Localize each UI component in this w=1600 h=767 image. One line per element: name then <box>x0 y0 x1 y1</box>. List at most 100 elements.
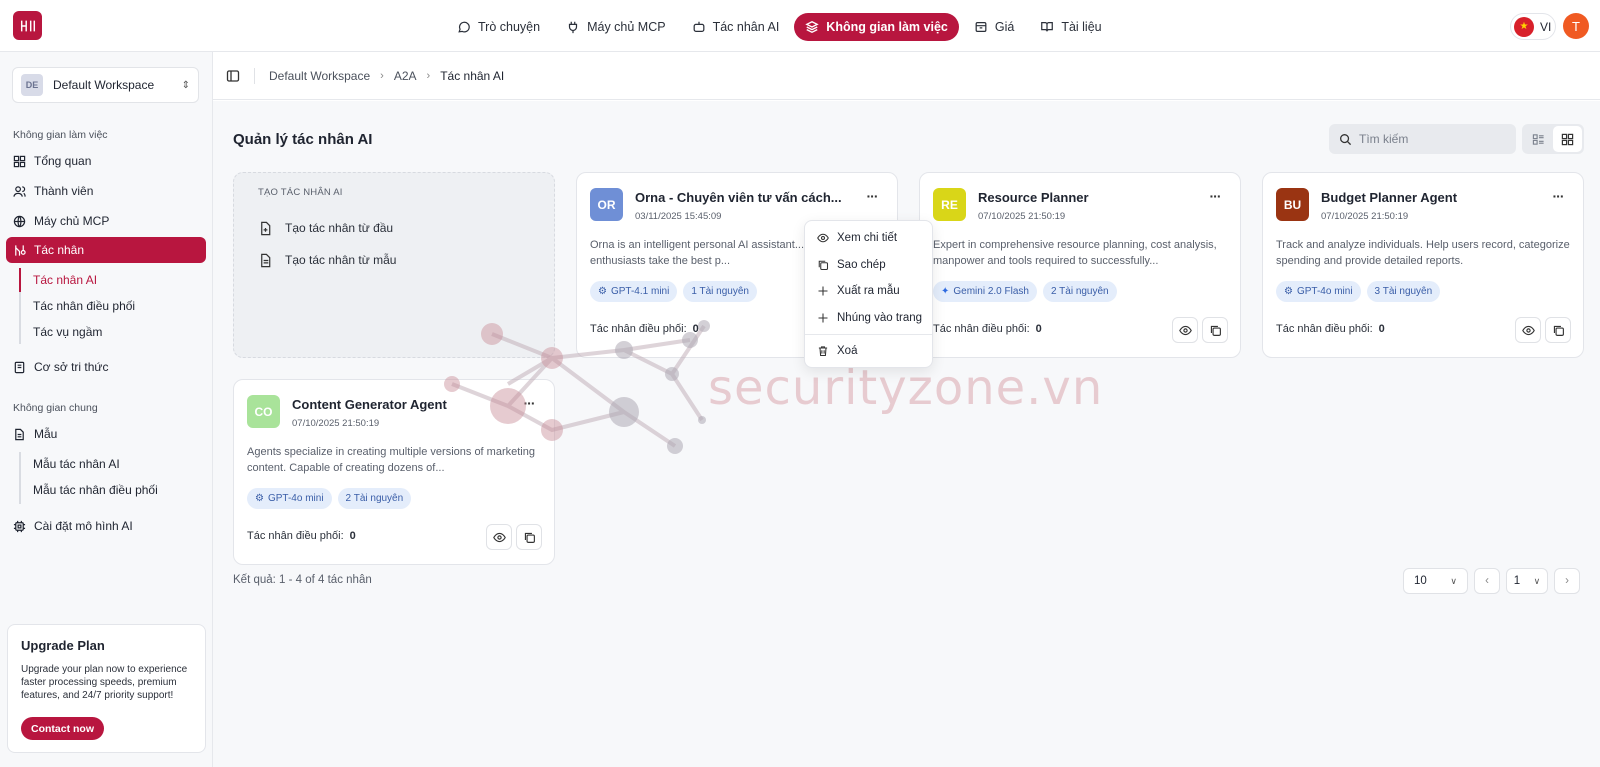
topnav-agents[interactable]: Tác nhân AI <box>681 13 791 41</box>
copy-button[interactable] <box>1545 317 1571 343</box>
file-plus-icon <box>261 221 271 235</box>
topnav-mcp[interactable]: Máy chủ MCP <box>555 13 677 41</box>
sidebar-subitem-coordinator[interactable]: Tác nhân điều phối <box>19 294 199 318</box>
view-button[interactable] <box>1172 317 1198 343</box>
menu-item-copy[interactable]: Sao chép <box>805 252 932 279</box>
chevron-down-icon: ∨ <box>1450 575 1457 586</box>
coordinator-value: 0 <box>692 323 699 335</box>
main-content: Quản lý tác nhân AI Tìm kiếm TẠO TÁC NHÂ… <box>213 101 1600 767</box>
model-name: GPT-4.1 mini <box>610 286 670 297</box>
topnav-chat[interactable]: Trò chuyện <box>446 13 551 41</box>
agent-avatar: CO <box>247 395 280 428</box>
page-size-value: 10 <box>1414 575 1427 587</box>
sidebar-item-knowledge[interactable]: Cơ sở tri thức <box>6 354 206 380</box>
prev-page-button[interactable]: ‹ <box>1474 568 1500 594</box>
model-name: Gemini 2.0 Flash <box>953 286 1029 297</box>
sidebar-item-templates[interactable]: Mẫu <box>6 421 206 447</box>
sidebar-item-agents[interactable]: Tác nhân <box>6 237 206 263</box>
topnav-pricing[interactable]: Giá <box>963 13 1025 41</box>
create-from-template-label: Tạo tác nhân từ mẫu <box>285 253 397 267</box>
page-number: 1 <box>1513 575 1521 587</box>
menu-divider <box>805 334 932 335</box>
sidebar-item-overview[interactable]: Tổng quan <box>6 148 206 174</box>
page-title: Quản lý tác nhân AI <box>233 131 373 148</box>
more-options-button[interactable]: ··· <box>1203 188 1227 208</box>
menu-item-label: Nhúng vào trang <box>837 311 923 324</box>
sidebar-item-ai-model-settings[interactable]: Cài đặt mô hình AI <box>6 513 206 539</box>
chevron-updown-icon: ⇕ <box>181 79 190 91</box>
agent-card[interactable]: RE Resource Planner 07/10/2025 21:50:19 … <box>919 172 1241 358</box>
copy-icon <box>818 260 829 270</box>
create-agent-card: TẠO TÁC NHÂN AI Tạo tác nhân từ đầu Tạo … <box>233 172 555 358</box>
topnav-docs[interactable]: Tài liệu <box>1029 13 1112 41</box>
menu-item-embed[interactable]: Nhúng vào trang <box>805 305 932 332</box>
view-button[interactable] <box>1515 317 1541 343</box>
more-options-button[interactable]: ··· <box>860 188 884 208</box>
sidebar-subitem-ai-agent[interactable]: Tác nhân AI <box>19 268 199 292</box>
topnav-workspace[interactable]: Không gian làm việc <box>794 13 959 41</box>
agent-date: 07/10/2025 21:50:19 <box>292 418 380 429</box>
copy-button[interactable] <box>1202 317 1228 343</box>
list-view-button[interactable] <box>1524 126 1553 152</box>
menu-item-view-details[interactable]: Xem chi tiết <box>805 225 932 252</box>
search-input[interactable]: Tìm kiếm <box>1329 124 1516 154</box>
chevron-left-icon: ‹ <box>1485 575 1489 587</box>
coordinator-value: 0 <box>1378 323 1385 335</box>
coordinator-count: Tác nhân điều phối: 0 <box>247 530 356 542</box>
agent-avatar: RE <box>933 188 966 221</box>
grid-view-button[interactable] <box>1553 126 1582 152</box>
sidebar-item-mcp[interactable]: Máy chủ MCP <box>6 208 206 234</box>
coordinator-value: 0 <box>1035 323 1042 335</box>
result-count: Kết quả: 1 - 4 of 4 tác nhân <box>233 574 372 586</box>
divider <box>254 67 255 84</box>
copy-icon <box>1210 325 1221 336</box>
coordinator-label: Tác nhân điều phối: <box>590 323 687 335</box>
agent-card[interactable]: BU Budget Planner Agent 07/10/2025 21:50… <box>1262 172 1584 358</box>
upgrade-plan-card: Upgrade Plan Upgrade your plan now to ex… <box>7 624 206 753</box>
language-switcher[interactable]: ★ VI <box>1510 13 1556 40</box>
model-name: GPT-4o mini <box>1296 286 1353 297</box>
users-icon <box>13 185 26 197</box>
chevron-right-icon: › <box>1565 575 1569 587</box>
copy-icon <box>1553 325 1564 336</box>
topnav-label: Trò chuyện <box>478 20 541 34</box>
sidebar-subitem-coordinator-templates[interactable]: Mẫu tác nhân điều phối <box>19 478 199 502</box>
menu-item-delete[interactable]: Xoá <box>805 338 932 365</box>
eye-icon <box>1178 325 1192 335</box>
coordinator-value: 0 <box>349 530 356 542</box>
create-from-scratch-button[interactable]: Tạo tác nhân từ đầu <box>258 212 530 244</box>
contact-now-button[interactable]: Contact now <box>21 717 104 740</box>
more-options-button[interactable]: ··· <box>517 395 541 415</box>
agent-avatar: OR <box>590 188 623 221</box>
view-button[interactable] <box>486 524 512 550</box>
breadcrumb-a2a[interactable]: A2A <box>394 69 417 83</box>
topnav-label: Máy chủ MCP <box>587 20 666 34</box>
sidebar-toggle-icon[interactable] <box>226 69 240 83</box>
breadcrumb-current: Tác nhân AI <box>440 68 505 83</box>
chevron-right-icon: › <box>426 69 431 82</box>
next-page-button[interactable]: › <box>1554 568 1580 594</box>
copy-button[interactable] <box>516 524 542 550</box>
sidebar-item-label: Tổng quan <box>34 154 92 168</box>
breadcrumb-workspace[interactable]: Default Workspace <box>269 69 370 83</box>
workspace-badge: DE <box>21 74 43 96</box>
create-from-template-button[interactable]: Tạo tác nhân từ mẫu <box>258 244 530 276</box>
app-logo[interactable] <box>13 11 42 40</box>
agent-card[interactable]: CO Content Generator Agent 07/10/2025 21… <box>233 379 555 565</box>
page-size-select[interactable]: 10 ∨ <box>1403 568 1468 594</box>
trash-icon <box>818 346 828 357</box>
page-select[interactable]: 1 ∨ <box>1506 568 1548 594</box>
workspace-switcher[interactable]: DE Default Workspace ⇕ <box>12 67 199 103</box>
chevron-down-icon: ∨ <box>1533 575 1541 586</box>
box-icon <box>975 22 987 32</box>
menu-item-export-template[interactable]: Xuất ra mẫu <box>805 278 932 305</box>
user-avatar[interactable]: T <box>1563 13 1589 39</box>
agent-tags: ✦ Gemini 2.0 Flash 2 Tài nguyên <box>933 281 1117 302</box>
more-options-button[interactable]: ··· <box>1546 188 1570 208</box>
copy-icon <box>524 532 535 543</box>
search-placeholder: Tìm kiếm <box>1359 132 1409 146</box>
book-icon <box>1041 22 1054 32</box>
sidebar-subitem-agent-templates[interactable]: Mẫu tác nhân AI <box>19 452 199 476</box>
sidebar-subitem-background-task[interactable]: Tác vụ ngầm <box>19 320 199 344</box>
sidebar-item-members[interactable]: Thành viên <box>6 178 206 204</box>
